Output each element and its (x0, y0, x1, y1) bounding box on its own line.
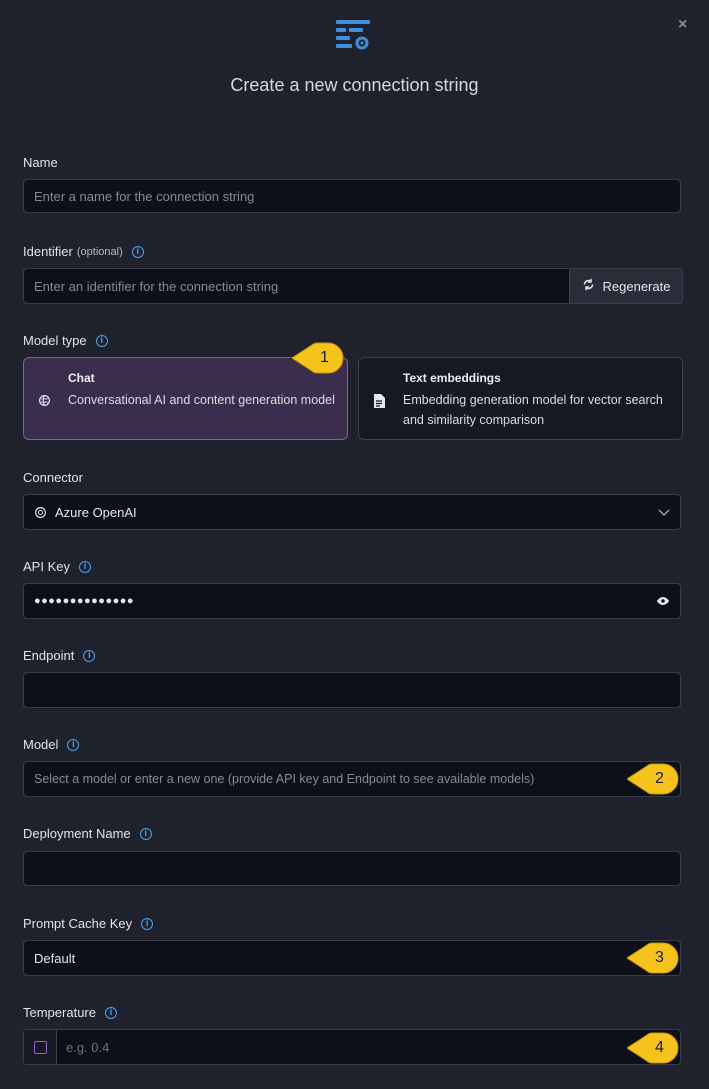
name-label: Name (23, 155, 58, 170)
identifier-input[interactable]: Enter an identifier for the connection s… (23, 268, 570, 304)
api-key-value: ●●●●●●●●●●●●●● (34, 595, 135, 607)
regenerate-label: Regenerate (602, 278, 671, 294)
info-icon[interactable]: i (141, 917, 154, 930)
endpoint-label: Endpoint i (23, 648, 96, 663)
name-input[interactable]: Enter a name for the connection string (23, 179, 681, 213)
model-type-text-embeddings-card[interactable]: Text embeddings Embedding generation mod… (358, 357, 683, 440)
refresh-icon (582, 278, 595, 294)
callout-badge-4: 4 (627, 1031, 681, 1065)
model-label: Model i (23, 737, 80, 752)
regenerate-button[interactable]: Regenerate (569, 268, 683, 304)
connector-select[interactable]: Azure OpenAI (23, 494, 681, 530)
model-placeholder: Select a model or enter a new one (provi… (34, 772, 535, 786)
endpoint-input[interactable] (23, 672, 681, 708)
temperature-toggle-area[interactable] (24, 1030, 57, 1064)
temperature-placeholder: e.g. 0.4 (66, 1039, 110, 1055)
prompt-cache-key-value: Default (34, 950, 76, 966)
document-icon (373, 394, 387, 413)
chat-ai-icon (38, 394, 52, 412)
name-placeholder: Enter a name for the connection string (34, 188, 255, 204)
close-icon[interactable]: × (678, 17, 687, 33)
chevron-down-icon (658, 505, 670, 520)
info-icon[interactable]: i (104, 1006, 117, 1019)
prompt-cache-key-label: Prompt Cache Key i (23, 916, 154, 931)
info-icon[interactable]: i (95, 334, 108, 347)
api-key-input[interactable]: ●●●●●●●●●●●●●● (23, 583, 681, 619)
api-key-label: API Key i (23, 559, 91, 574)
identifier-placeholder: Enter an identifier for the connection s… (34, 278, 279, 294)
deployment-name-input[interactable] (23, 851, 681, 886)
openai-icon (34, 506, 47, 519)
connection-string-icon (336, 18, 370, 50)
identifier-label: Identifier (optional) i (23, 244, 144, 259)
prompt-cache-key-input[interactable]: Default (23, 940, 681, 976)
info-icon[interactable]: i (78, 560, 91, 573)
model-input[interactable]: Select a model or enter a new one (provi… (23, 761, 681, 797)
card-description: Embedding generation model for vector se… (403, 393, 663, 427)
info-icon[interactable]: i (131, 245, 144, 258)
connector-label: Connector (23, 470, 83, 485)
card-description: Conversational AI and content generation… (68, 393, 335, 407)
optional-tag: (optional) (76, 245, 123, 258)
info-icon[interactable]: i (67, 738, 80, 751)
connector-value: Azure OpenAI (55, 504, 137, 520)
temperature-checkbox[interactable] (33, 1040, 47, 1054)
callout-badge-2: 2 (627, 762, 681, 796)
callout-badge-1: 1 (292, 341, 346, 375)
callout-badge-3: 3 (627, 941, 681, 975)
model-type-label: Model type i (23, 333, 108, 348)
info-icon[interactable]: i (139, 827, 152, 840)
dialog-title: Create a new connection string (230, 75, 479, 95)
temperature-input[interactable]: e.g. 0.4 (23, 1029, 681, 1065)
temperature-label: Temperature i (23, 1005, 117, 1020)
deployment-name-label: Deployment Name i (23, 826, 152, 841)
info-icon[interactable]: i (83, 649, 96, 662)
card-title: Text embeddings (403, 371, 501, 385)
eye-icon[interactable] (656, 596, 670, 606)
